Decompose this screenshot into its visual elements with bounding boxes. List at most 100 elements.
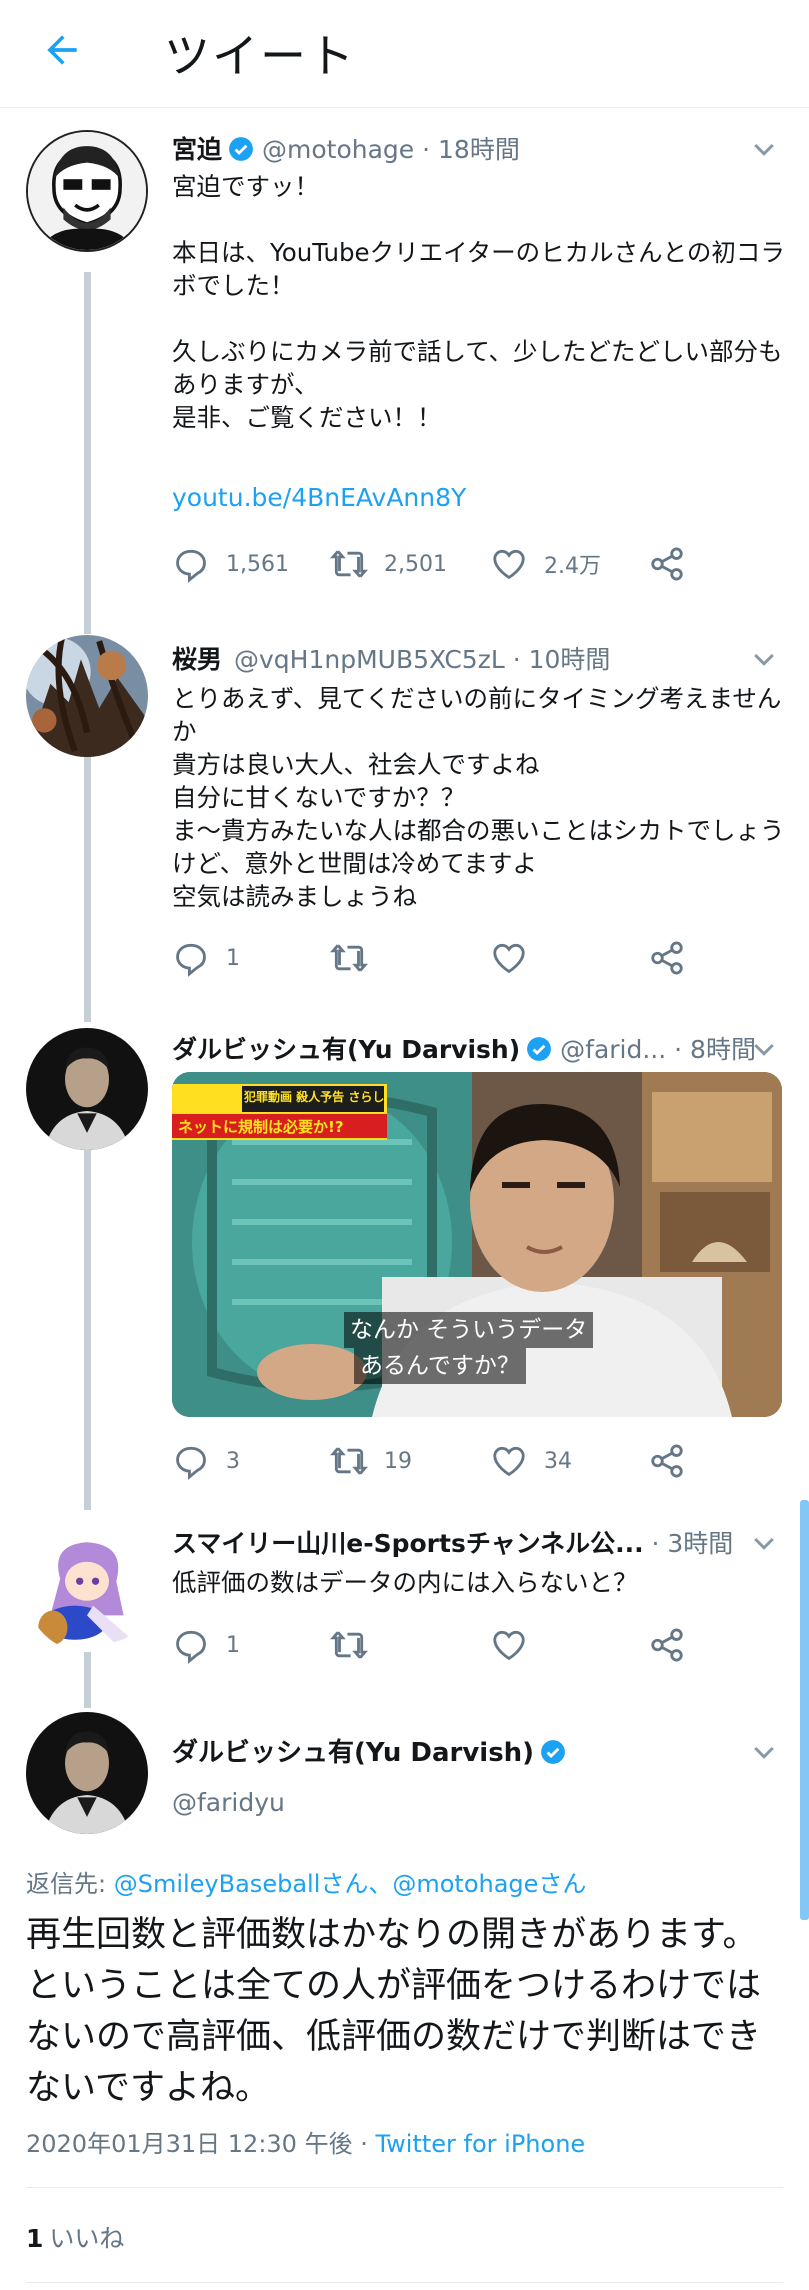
caption-line: あるんですか？ [354, 1348, 526, 1384]
share-icon [651, 941, 683, 975]
tweet-media-image[interactable]: 犯罪動画 殺人予告 さらし行為 ネットに規制は必要か!? なんか そういうデータ… [172, 1072, 782, 1417]
avatar[interactable] [26, 1530, 148, 1652]
reply-button[interactable]: 1,561 [172, 542, 289, 586]
share-icon [651, 547, 683, 581]
media-banner-top: 犯罪動画 殺人予告 さらし行為 [244, 1090, 384, 1104]
scrollbar-thumb[interactable] [800, 1500, 809, 1920]
user-name[interactable]: ダルビッシュ有(Yu Darvish) [172, 1738, 534, 1768]
share-icon [651, 1628, 683, 1662]
tweet-link[interactable]: youtu.be/4BnEAvAnn8Y [172, 483, 466, 512]
avatar-illustration [28, 132, 146, 250]
like-button[interactable]: 34 [490, 1439, 572, 1483]
verified-badge-icon [229, 137, 253, 161]
reply-button[interactable]: 3 [172, 1439, 240, 1483]
reply-count: 3 [226, 1448, 240, 1474]
tweet-header: スマイリー山川e-Sportsチャンネル公... · 3時間 [172, 1524, 789, 1564]
avatar[interactable] [26, 1028, 148, 1150]
retweet-button[interactable]: 2,501 [330, 542, 447, 586]
user-handle[interactable]: @motohage [262, 135, 414, 164]
focus-tweet-text: 再生回数と評価数はかなりの開きがあります。ということは全ての人が評価をつけるわけ… [26, 1915, 762, 2108]
tweet-timestamp: 2020年01月31日 12:30 午後 · [26, 2130, 376, 2158]
user-name[interactable]: 宮迫 [172, 135, 222, 164]
retweet-icon [330, 944, 368, 972]
like-label: いいね [49, 2224, 125, 2253]
user-name[interactable]: ダルビッシュ有(Yu Darvish) [172, 1035, 520, 1064]
focus-user-handle[interactable]: @faridyu [172, 1788, 285, 1817]
retweet-count: 2,501 [384, 551, 447, 577]
retweet-icon [330, 550, 368, 578]
tweet-actions: 1,561 2,501 2.4万 [172, 542, 702, 586]
retweet-button[interactable]: 19 [330, 1439, 412, 1483]
heart-icon [493, 943, 525, 974]
divider [26, 2282, 783, 2283]
share-button[interactable] [648, 1439, 686, 1483]
user-name[interactable]: スマイリー山川e-Sportsチャンネル公... [172, 1529, 644, 1558]
tweet-text: 低評価の数はデータの内には入らないと？ [172, 1568, 638, 1597]
share-button[interactable] [648, 542, 686, 586]
heart-icon [493, 1446, 525, 1477]
avatar[interactable] [26, 1712, 148, 1834]
like-total: 1 [26, 2224, 44, 2253]
like-button[interactable] [490, 936, 528, 980]
avatar[interactable] [26, 635, 148, 757]
like-stats[interactable]: 1 いいね [26, 2219, 124, 2255]
tweet[interactable]: 桜男 @vqH1npMUB5XC5zL · 10時間 とりあえず、見てくださいの前… [0, 620, 809, 1010]
tweet-header: 桜男 @vqH1npMUB5XC5zL · 10時間 [172, 640, 789, 680]
chevron-down-icon[interactable] [749, 1738, 779, 1768]
chevron-down-icon[interactable] [749, 1529, 779, 1559]
separator: · [643, 1529, 668, 1558]
media-banner-bottom: ネットに規制は必要か!? [178, 1118, 344, 1136]
user-handle[interactable]: @vqH1npMUB5XC5zL [234, 645, 505, 674]
tweet-timestamp-line: 2020年01月31日 12:30 午後 · Twitter for iPhon… [26, 2124, 585, 2159]
like-button[interactable]: 2.4万 [490, 542, 601, 586]
tweet-actions: 1 [172, 1623, 702, 1667]
chevron-down-icon[interactable] [749, 1035, 779, 1065]
tweet-time: 8時間 [690, 1035, 756, 1064]
separator: · [414, 135, 439, 164]
focus-user-name[interactable]: ダルビッシュ有(Yu Darvish) [172, 1733, 574, 1773]
reply-button[interactable]: 1 [172, 1623, 240, 1667]
verified-badge-icon [541, 1740, 565, 1764]
separator: · [504, 645, 529, 674]
retweet-button[interactable] [330, 1623, 368, 1667]
tweet-source-link[interactable]: Twitter for iPhone [375, 2130, 585, 2158]
retweet-button[interactable] [330, 936, 368, 980]
reply-icon [176, 549, 206, 583]
tweet-header: 宮迫 @motohage · 18時間 [172, 130, 789, 170]
user-handle[interactable]: @farid... [560, 1035, 666, 1064]
tweet-actions: 1 [172, 936, 702, 980]
reply-icon [176, 1630, 206, 1664]
reply-to-label: 返信先: [26, 1870, 114, 1898]
avatar-photo [26, 635, 148, 757]
tweet-actions: 3 19 34 [172, 1439, 702, 1483]
chevron-down-icon[interactable] [749, 135, 779, 165]
tweet[interactable]: 宮迫 @motohage · 18時間 宮迫ですッ！ 本日は、YouTubeクリエ… [0, 0, 809, 620]
tweet-header: ダルビッシュ有(Yu Darvish) @farid... · 8時間 [172, 1030, 789, 1070]
heart-icon [493, 549, 525, 580]
caption-line: なんか そういうデータ [344, 1312, 594, 1348]
user-name[interactable]: 桜男 [172, 645, 222, 674]
share-button[interactable] [648, 936, 686, 980]
reply-to-users-link[interactable]: @SmileyBaseballさん、@motohageさん [114, 1870, 587, 1898]
like-count: 2.4万 [544, 554, 601, 579]
share-icon [651, 1444, 683, 1478]
tweet-time: 3時間 [667, 1529, 734, 1558]
avatar-photo [26, 1028, 148, 1150]
divider [26, 2187, 783, 2188]
reply-to-line: 返信先: @SmileyBaseballさん、@motohageさん [26, 1864, 586, 1899]
tweet-text: 宮迫ですッ！ 本日は、YouTubeクリエイターのヒカルさんとの初コラボでした！… [172, 172, 785, 432]
tweet-text: とりあえず、見てくださいの前にタイミング考えませんか 貴方は良い大人、社会人です… [172, 684, 785, 911]
reply-button[interactable]: 1 [172, 936, 240, 980]
reply-count: 1,561 [226, 551, 289, 577]
separator: · [666, 1035, 691, 1064]
reply-icon [176, 943, 206, 977]
retweet-count: 19 [384, 1448, 412, 1474]
tweet[interactable]: スマイリー山川e-Sportsチャンネル公... · 3時間 低評価の数はデータ… [0, 1510, 809, 1690]
share-button[interactable] [648, 1623, 686, 1667]
reply-icon [176, 1446, 206, 1480]
tweet-time: 18時間 [438, 135, 520, 164]
chevron-down-icon[interactable] [749, 645, 779, 675]
verified-badge-icon [527, 1037, 552, 1061]
avatar[interactable] [26, 130, 148, 252]
like-button[interactable] [490, 1623, 528, 1667]
